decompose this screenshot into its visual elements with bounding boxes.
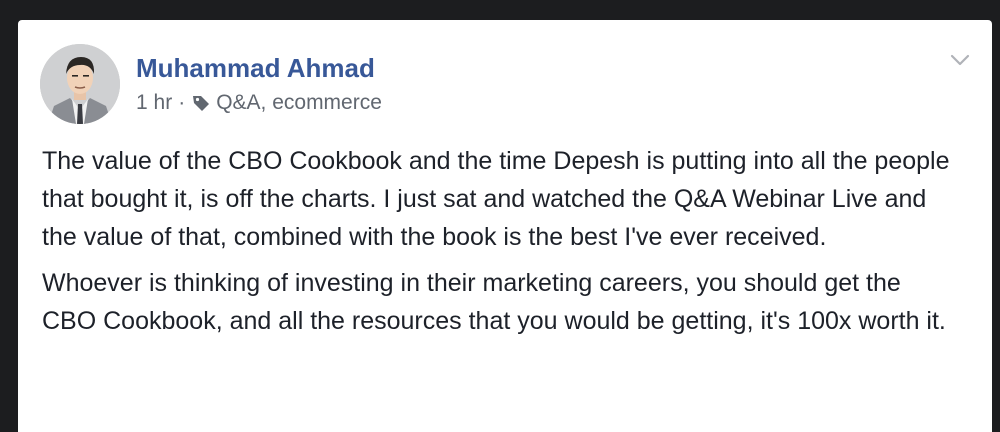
post-time[interactable]: 1 hr: [136, 91, 172, 115]
post-tags[interactable]: Q&A, ecommerce: [216, 91, 382, 115]
meta-separator: ·: [178, 91, 186, 114]
post-meta: 1 hr · Q&A, ecommerce: [136, 91, 382, 115]
post-text: The value of the CBO Cookbook and the ti…: [42, 142, 957, 340]
avatar-image: [40, 44, 120, 124]
avatar[interactable]: [40, 44, 120, 124]
post-paragraph: Whoever is thinking of investing in thei…: [42, 269, 946, 335]
post-card: Muhammad Ahmad 1 hr · Q&A, ecommerce The…: [18, 20, 992, 432]
chevron-down-icon[interactable]: [948, 48, 972, 72]
author-name[interactable]: Muhammad Ahmad: [136, 53, 375, 84]
post-paragraph: The value of the CBO Cookbook and the ti…: [42, 147, 950, 251]
tag-icon: [191, 93, 211, 113]
